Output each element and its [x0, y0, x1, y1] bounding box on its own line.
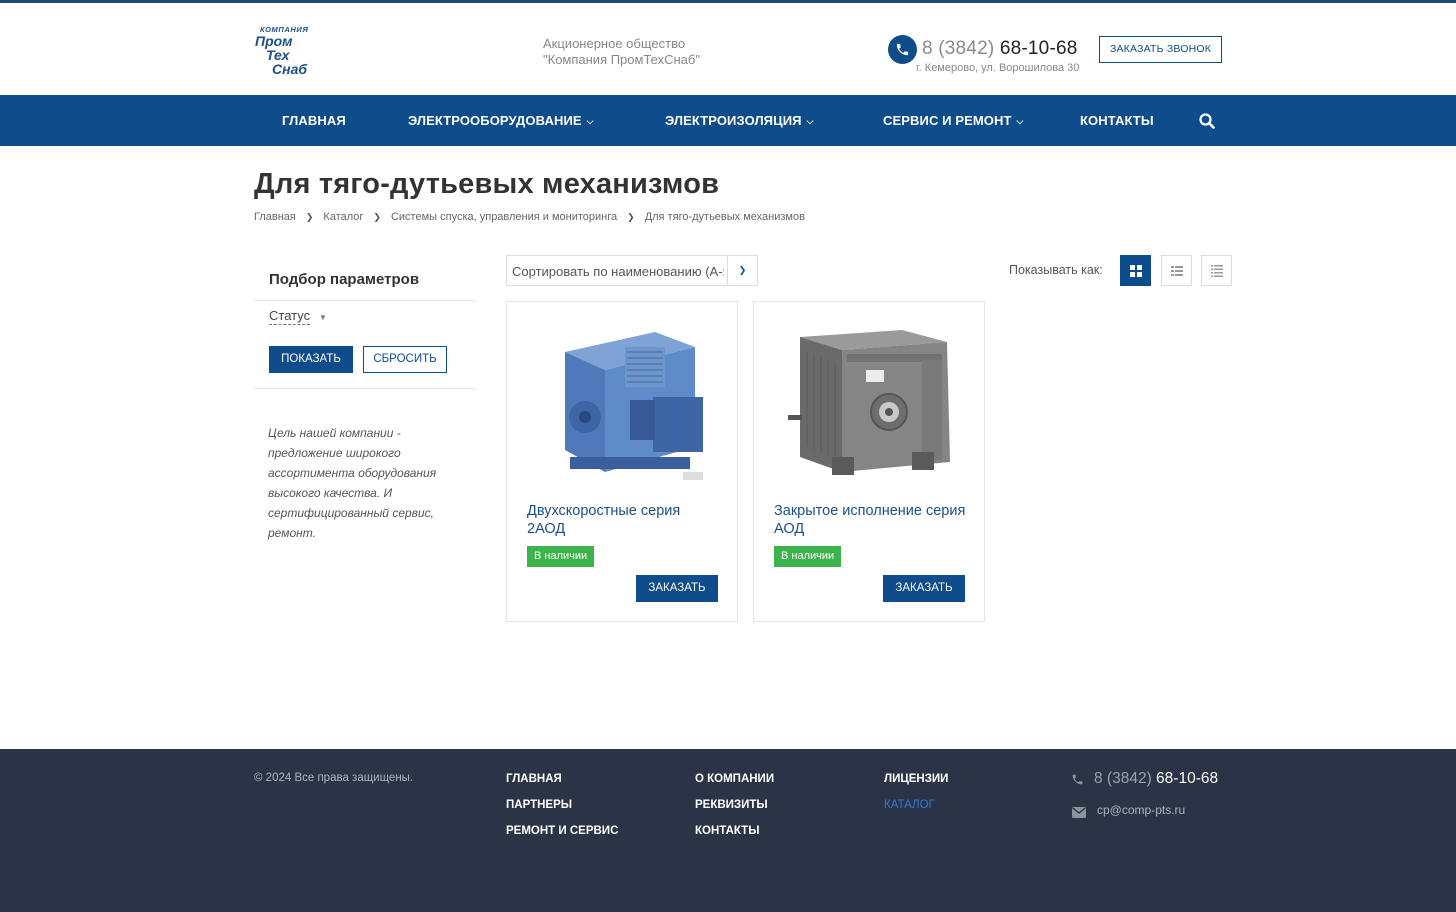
- nav-label: ЭЛЕКТРООБОРУДОВАНИЕ: [408, 113, 582, 128]
- grid-view-button[interactable]: [1120, 255, 1151, 286]
- chevron-right-icon: ❯: [373, 212, 381, 222]
- product-image-blue-motor[interactable]: [535, 322, 710, 492]
- phone-icon: [1071, 773, 1084, 791]
- company-description: Акционерное общество "Компания ПромТехСн…: [543, 36, 700, 68]
- phone-icon: [888, 35, 917, 64]
- footer-link-about[interactable]: О КОМПАНИИ: [695, 773, 774, 785]
- envelope-icon: [1072, 805, 1086, 823]
- copyright: © 2024 Все права защищены.: [254, 772, 414, 784]
- view-mode-label: Показывать как:: [1009, 263, 1103, 277]
- order-button[interactable]: ЗАКАЗАТЬ: [883, 575, 965, 602]
- list-view-button[interactable]: [1161, 255, 1192, 286]
- product-name[interactable]: Двухскоростные серия 2АОД: [527, 502, 722, 538]
- list-icon: [1171, 266, 1183, 276]
- header-phone[interactable]: 8 (3842) 68-10-68: [922, 38, 1078, 60]
- nav-label: КОНТАКТЫ: [1080, 113, 1154, 128]
- order-button[interactable]: ЗАКАЗАТЬ: [636, 575, 718, 602]
- product-card[interactable]: Двухскоростные серия 2АОД В наличии ЗАКА…: [506, 301, 738, 622]
- footer-link-contacts[interactable]: КОНТАКТЫ: [695, 825, 759, 837]
- nav-item-electrical-equipment[interactable]: ЭЛЕКТРООБОРУДОВАНИЕ ⌵: [408, 95, 594, 146]
- divider: [254, 300, 476, 301]
- chevron-right-icon: ❯: [627, 212, 635, 222]
- header-address: г. Кемерово, ул. Ворошилова 30: [916, 62, 1080, 74]
- site-footer: © 2024 Все права защищены. ГЛАВНАЯ О КОМ…: [0, 749, 1456, 912]
- chevron-down-icon[interactable]: ❯: [727, 256, 757, 285]
- product-name[interactable]: Закрытое исполнение серия АОД: [774, 502, 969, 538]
- footer-link-partners[interactable]: ПАРТНЕРЫ: [506, 799, 572, 811]
- footer-link-catalog[interactable]: КАТАЛОГ: [884, 799, 935, 811]
- company-line-1: Акционерное общество: [543, 36, 686, 51]
- status-badge: В наличии: [774, 546, 842, 567]
- footer-link-requisites[interactable]: РЕКВИЗИТЫ: [695, 799, 768, 811]
- nav-label: ЭЛЕКТРОИЗОЛЯЦИЯ: [665, 113, 802, 128]
- status-filter-toggle[interactable]: Статус: [269, 308, 311, 325]
- breadcrumb-section[interactable]: Системы спуска, управления и мониторинга: [391, 211, 617, 223]
- sort-value: Сортировать по наименованию (А-Я): [512, 264, 724, 279]
- breadcrumb-current: Для тяго-дутьевых механизмов: [644, 211, 805, 223]
- footer-phone[interactable]: 8 (3842) 68-10-68: [1094, 770, 1218, 788]
- divider: [254, 388, 476, 389]
- chevron-right-icon: ❯: [305, 212, 314, 222]
- footer-link-repair-service[interactable]: РЕМОНТ И СЕРВИС: [506, 825, 618, 837]
- company-logo[interactable]: КОМПАНИЯ Пром Тех Снаб: [255, 24, 330, 76]
- nav-label: ГЛАВНАЯ: [282, 113, 346, 128]
- grid-icon: [1130, 265, 1142, 277]
- site-header: КОМПАНИЯ Пром Тех Снаб Акционерное общес…: [0, 3, 1456, 95]
- breadcrumb-catalog[interactable]: Каталог: [323, 211, 363, 223]
- phone-code: 8 (3842): [922, 38, 995, 59]
- filter-title: Подбор параметров: [269, 271, 420, 288]
- phone-number: 68-10-68: [999, 38, 1078, 59]
- company-line-2: "Компания ПромТехСнаб": [543, 52, 700, 67]
- product-image-gray-motor[interactable]: [782, 322, 957, 492]
- main-nav: ГЛАВНАЯ ЭЛЕКТРООБОРУДОВАНИЕ ⌵ ЭЛЕКТРОИЗОЛ…: [0, 95, 1456, 146]
- nav-item-contacts[interactable]: КОНТАКТЫ: [1080, 95, 1154, 146]
- svg-text:Снаб: Снаб: [272, 61, 307, 76]
- chevron-down-icon: ⌵: [586, 116, 594, 126]
- caret-down-icon: ▼: [319, 313, 327, 322]
- phone-number: 68-10-68: [1156, 770, 1219, 787]
- phone-code: 8 (3842): [1094, 770, 1152, 787]
- sort-select[interactable]: Сортировать по наименованию (А-Я) ❯: [506, 255, 758, 286]
- nav-item-home[interactable]: ГЛАВНАЯ: [282, 95, 346, 146]
- status-badge: В наличии: [527, 546, 595, 567]
- table-view-button[interactable]: [1201, 255, 1232, 286]
- nav-item-electrical-insulation[interactable]: ЭЛЕКТРОИЗОЛЯЦИЯ ⌵: [665, 95, 814, 146]
- chevron-down-icon: ⌵: [1016, 116, 1024, 126]
- search-icon[interactable]: [1198, 112, 1216, 130]
- nav-item-service-repair[interactable]: СЕРВИС И РЕМОНТ ⌵: [883, 95, 1023, 146]
- page-title: Для тяго-дутьевых механизмов: [254, 168, 720, 200]
- footer-link-licenses[interactable]: ЛИЦЕНЗИИ: [884, 773, 948, 785]
- nav-label: СЕРВИС И РЕМОНТ: [883, 113, 1012, 128]
- footer-link-home[interactable]: ГЛАВНАЯ: [506, 773, 562, 785]
- breadcrumb-home[interactable]: Главная: [254, 211, 296, 223]
- compact-list-icon: [1211, 265, 1223, 277]
- chevron-down-icon: ⌵: [806, 116, 814, 126]
- product-card[interactable]: Закрытое исполнение серия АОД В наличии …: [753, 301, 985, 622]
- footer-email[interactable]: cp@comp-pts.ru: [1097, 803, 1185, 817]
- breadcrumb: Главная ❯ Каталог ❯ Системы спуска, управлен…: [254, 211, 805, 223]
- order-call-button[interactable]: ЗАКАЗАТЬ ЗВОНОК: [1099, 36, 1222, 63]
- filter-show-button[interactable]: ПОКАЗАТЬ: [269, 346, 353, 373]
- filter-reset-button[interactable]: СБРОСИТЬ: [363, 346, 447, 373]
- company-mission-text: Цель нашей компании - предложение широко…: [268, 426, 437, 540]
